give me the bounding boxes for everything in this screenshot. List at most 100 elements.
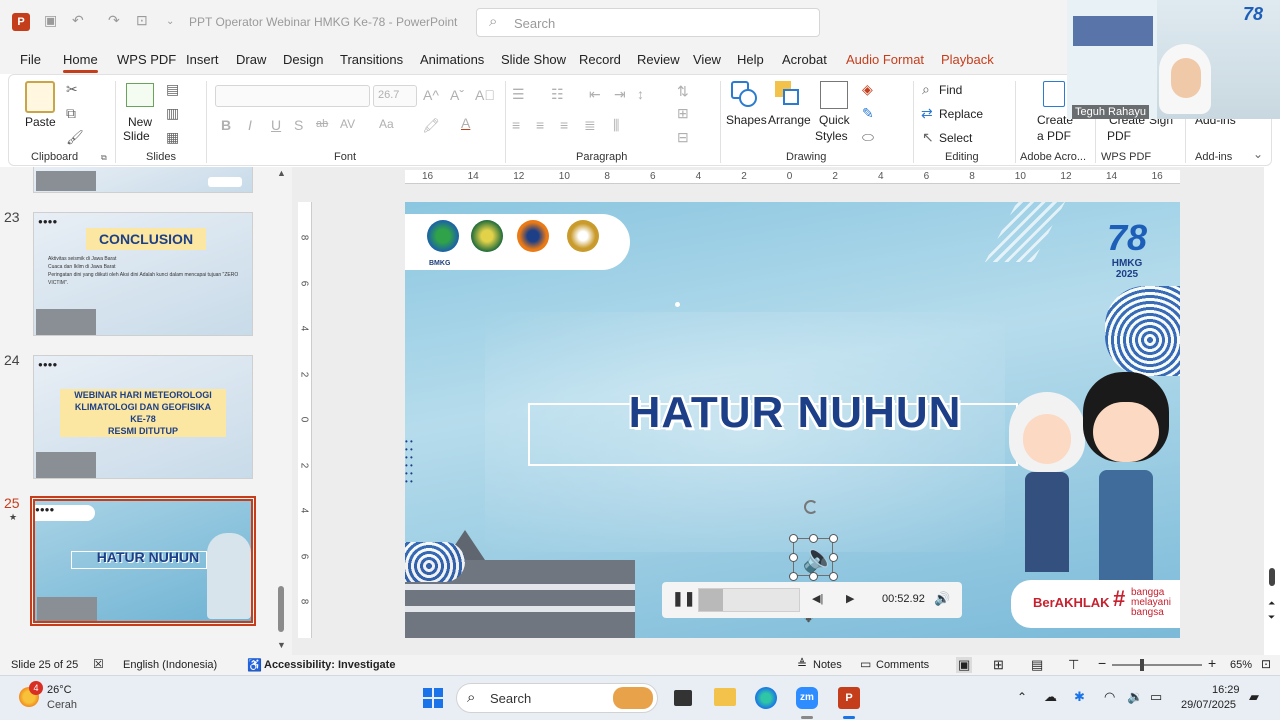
accessibility-status[interactable]: Accessibility: Investigate <box>264 659 395 671</box>
notes-button[interactable]: Notes <box>813 659 842 671</box>
smartart-icon[interactable]: ⊟ <box>677 129 689 146</box>
tab-insert[interactable]: Insert <box>186 52 219 67</box>
shapes-button[interactable]: Shapes <box>726 113 767 127</box>
section-icon[interactable]: ▦ <box>166 129 179 146</box>
tab-review[interactable]: Review <box>637 52 680 67</box>
slideshow-view-icon[interactable]: ⊤ <box>1068 657 1079 673</box>
replace-button[interactable]: Replace <box>939 107 983 121</box>
copy-icon[interactable]: ⧉ <box>66 105 76 122</box>
zoom-out-icon[interactable]: − <box>1098 655 1106 671</box>
notification-icon[interactable]: ▰ <box>1249 689 1259 705</box>
search-box[interactable]: ⌕ Search <box>476 8 820 37</box>
zoom-app-icon[interactable]: zm <box>796 687 818 709</box>
underline-button[interactable]: U <box>271 117 281 133</box>
undo-icon[interactable]: ↶ <box>72 12 84 29</box>
speaker-tray-icon[interactable]: 🔉 <box>1127 689 1143 705</box>
slide-title[interactable]: HATUR NUHUN <box>555 388 1035 438</box>
columns-icon[interactable]: ⫼ <box>613 117 619 134</box>
clipboard-launcher-icon[interactable]: ⧉ <box>101 153 107 163</box>
wifi-icon[interactable]: ◠ <box>1104 689 1115 705</box>
reading-view-icon[interactable]: ▤ <box>1031 657 1043 673</box>
task-view-icon[interactable] <box>674 690 692 706</box>
shadow-button[interactable]: S <box>294 117 303 133</box>
save-icon[interactable]: ▣ <box>44 12 57 29</box>
grow-font-icon[interactable]: A^ <box>423 87 439 103</box>
create-pdf-label-2[interactable]: a PDF <box>1037 129 1071 143</box>
reset-icon[interactable]: ▥ <box>166 105 179 122</box>
arrange-button[interactable]: Arrange <box>768 113 811 127</box>
scroll-thumb[interactable] <box>278 586 284 632</box>
layout-icon[interactable]: ▤ <box>166 81 179 98</box>
font-color-icon[interactable]: A <box>461 115 470 131</box>
editor-scrollbar[interactable]: ⏶ ⏷ <box>1267 568 1277 628</box>
zoom-slider[interactable] <box>1112 659 1202 671</box>
slide-sorter-icon[interactable]: ⊞ <box>993 657 1004 673</box>
scroll-up-icon[interactable]: ▲ <box>277 168 286 178</box>
comments-button[interactable]: Comments <box>876 659 929 671</box>
shrink-font-icon[interactable]: Aˇ <box>450 87 464 103</box>
tab-slide-show[interactable]: Slide Show <box>501 52 566 67</box>
windows-start-icon[interactable] <box>423 688 443 708</box>
slide-thumbnail-22[interactable] <box>33 167 253 193</box>
font-name-dropdown[interactable] <box>215 85 370 107</box>
audio-icon-selection[interactable]: 🔈 <box>789 534 838 581</box>
slide-thumbnail-23[interactable]: ●●●● CONCLUSION Aktivitas seismik di Jaw… <box>33 212 253 336</box>
char-spacing-button[interactable]: AV <box>340 117 355 131</box>
pause-button[interactable]: ❚❚ <box>672 590 695 607</box>
align-text-icon[interactable]: ⊞ <box>677 105 689 122</box>
volume-icon[interactable]: 🔊 <box>934 591 950 607</box>
clear-format-icon[interactable]: A⃠ <box>475 87 495 103</box>
format-painter-icon[interactable]: 🖌 <box>66 129 84 146</box>
change-case-button[interactable]: Aa <box>379 117 394 131</box>
decrease-indent-icon[interactable]: ⇤ <box>589 86 601 103</box>
tab-acrobat[interactable]: Acrobat <box>782 52 827 67</box>
skip-back-button[interactable]: ◀| <box>812 592 823 605</box>
zoom-level[interactable]: 65% <box>1230 659 1252 671</box>
find-button[interactable]: Find <box>939 83 962 97</box>
tab-playback[interactable]: Playback <box>941 52 994 67</box>
wps-create-label-2[interactable]: PDF <box>1107 129 1131 143</box>
quick-styles-label-2[interactable]: Styles <box>815 129 848 143</box>
font-size-dropdown[interactable]: 26.7 <box>373 85 417 107</box>
increase-indent-icon[interactable]: ⇥ <box>614 86 626 103</box>
line-spacing-icon[interactable]: ↕ <box>637 86 644 102</box>
tab-design[interactable]: Design <box>283 52 323 67</box>
onedrive-icon[interactable]: ☁ <box>1044 689 1057 705</box>
paste-button[interactable]: Paste <box>25 115 56 129</box>
tab-animations[interactable]: Animations <box>420 52 484 67</box>
shape-fill-icon[interactable]: ◈ <box>862 81 873 98</box>
tab-audio-format[interactable]: Audio Format <box>846 52 924 67</box>
next-slide-icon[interactable]: ⏷ <box>1268 612 1275 623</box>
italic-button[interactable]: I <box>248 117 252 133</box>
tab-draw[interactable]: Draw <box>236 52 266 67</box>
zoom-slider-thumb[interactable] <box>1140 659 1144 671</box>
slide-canvas[interactable]: • • • • • • • • • • • • BMKG 78 HMKG 2025 HAT… <box>405 202 1180 638</box>
quick-styles-label-1[interactable]: Quick <box>819 113 850 127</box>
shape-outline-icon[interactable]: ✎ <box>862 105 874 122</box>
edge-browser-icon[interactable] <box>755 687 777 709</box>
present-icon[interactable]: ⊡ <box>136 12 148 29</box>
spellcheck-icon[interactable]: ☒ <box>93 657 104 671</box>
cut-icon[interactable]: ✂ <box>66 81 78 98</box>
weather-condition[interactable]: Cerah <box>47 699 77 711</box>
justify-icon[interactable]: ≣ <box>584 117 596 134</box>
tab-help[interactable]: Help <box>737 52 764 67</box>
file-explorer-icon[interactable] <box>714 688 736 706</box>
tray-overflow-icon[interactable]: ⌃ <box>1017 690 1027 704</box>
tab-file[interactable]: File <box>20 52 41 67</box>
select-button[interactable]: Select <box>939 131 972 145</box>
taskbar-search[interactable]: ⌕ Search <box>456 683 658 713</box>
shape-effects-icon[interactable]: ⬭ <box>862 129 874 146</box>
new-slide-label-1[interactable]: New <box>128 115 152 129</box>
tab-transitions[interactable]: Transitions <box>340 52 403 67</box>
bold-button[interactable]: B <box>221 117 231 133</box>
numbering-icon[interactable]: ☷ <box>551 86 564 103</box>
weather-temp[interactable]: 26°C <box>47 684 72 696</box>
text-direction-icon[interactable]: ⇅ <box>677 83 689 100</box>
align-left-icon[interactable]: ≡ <box>512 117 520 133</box>
collapse-ribbon-icon[interactable]: ⌄ <box>1253 147 1263 161</box>
bullets-icon[interactable]: ☰ <box>512 86 525 103</box>
customize-qat-icon[interactable]: ⌄ <box>166 16 174 27</box>
align-center-icon[interactable]: ≡ <box>536 117 544 133</box>
skip-forward-button[interactable]: ▶ <box>846 592 854 605</box>
